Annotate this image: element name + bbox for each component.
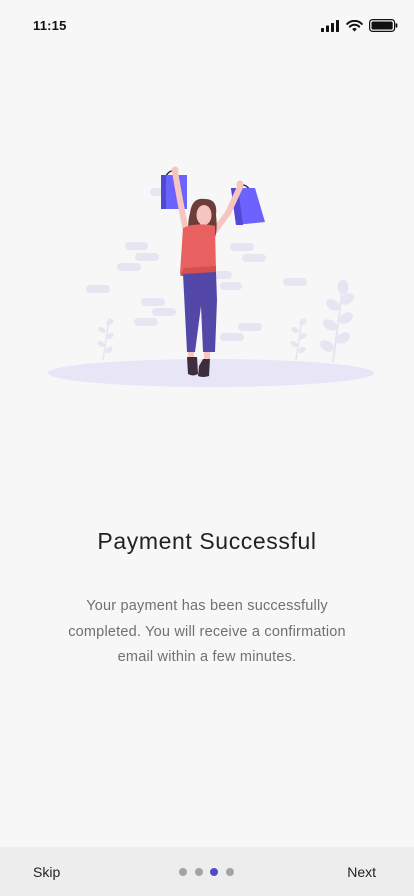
status-time: 11:15 — [33, 18, 67, 33]
wifi-icon — [346, 19, 363, 31]
page-dot[interactable] — [194, 868, 203, 876]
onboarding-footer: Skip Next — [0, 847, 414, 896]
status-bar: 11:15 — [0, 0, 414, 50]
page-indicator — [179, 868, 234, 876]
confirmation-message: Your payment has been successfully compl… — [68, 598, 346, 665]
skip-button[interactable]: Skip — [33, 864, 60, 880]
signal-icon — [321, 19, 339, 32]
status-icons — [321, 19, 398, 32]
page-dot[interactable] — [179, 868, 187, 876]
next-button[interactable]: Next — [347, 864, 376, 880]
page-dot[interactable] — [225, 868, 234, 876]
battery-icon — [369, 19, 398, 32]
shopping-illustration — [48, 166, 374, 387]
page-title: Payment Successful — [97, 528, 317, 554]
page-dot-active[interactable] — [210, 868, 218, 876]
